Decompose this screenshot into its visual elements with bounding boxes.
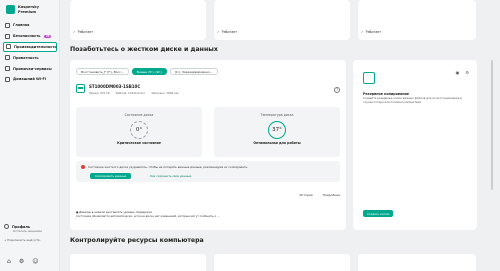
resource-card-2[interactable]: [214, 254, 350, 271]
disk-size: Объем: 931 ГБ: [89, 91, 110, 95]
resource-card-1[interactable]: [70, 254, 206, 271]
disk-card: Восстановить_F (F:), Восс... Внешн (E:),…: [70, 60, 346, 230]
home-icon: [5, 22, 10, 28]
metric-caption: Критическое состояние: [117, 141, 161, 145]
gear-icon[interactable]: ⚙: [465, 70, 469, 75]
sidebar-bottom-icons: ⌂ ⚙ ☺: [7, 258, 38, 265]
disk-alert: Состояние жесткого диска ухудшилось. Что…: [76, 161, 340, 182]
disk-header: ST1000DM003-1SB10C Объем: 931 ГБ Файлов:…: [76, 84, 179, 95]
sidebar-item-privacy[interactable]: Приватность: [3, 52, 57, 63]
app-edition: Premium: [18, 9, 37, 14]
sidebar-nav: Главная Безопасность 29 Производительнос…: [3, 20, 57, 85]
wifi-icon: [5, 76, 10, 82]
backup-desc: Создайте резервные копии важных файлов д…: [363, 96, 462, 104]
sidebar-item-label: Главная: [13, 23, 30, 28]
sidebar-item-wifi[interactable]: Домашний Wi-Fi: [3, 74, 57, 85]
disk-name: ST1000DM003-1SB10C: [89, 84, 141, 89]
shield-icon: [5, 33, 10, 39]
section-title-resources: Контролируйте ресурсы компьютера: [70, 237, 204, 244]
metric-title: Температура диска: [260, 113, 294, 117]
top-card-1[interactable]: ✓ Работает: [70, 0, 206, 40]
count-badge: 29: [44, 34, 51, 38]
disk-files: Файлов: 12440 всего: [115, 91, 146, 95]
disk-writes: Записано: 1806 раз: [151, 91, 179, 95]
tab-disk-3[interactable]: (C:), Зарезервировано...: [169, 68, 218, 75]
section-title-disk: Позаботьтесь о жестком диске и данных: [70, 46, 218, 53]
copy-data-button[interactable]: Скопировать данные: [90, 173, 132, 179]
sidebar-item-label: Домашний Wi-Fi: [13, 77, 47, 82]
disk-links: История Подробнее: [299, 193, 340, 197]
brand: Kaspersky Premium: [6, 5, 39, 14]
check-icon: ✓: [361, 30, 364, 34]
window-icon[interactable]: ▣: [456, 70, 460, 75]
status-text: Работает: [77, 30, 94, 34]
top-card-3[interactable]: ✓ Работает: [358, 0, 476, 40]
sidebar-item-label: Примочки-сервисы: [13, 66, 52, 71]
warning-icon: [81, 165, 85, 169]
sidebar-item-services[interactable]: Примочки-сервисы: [3, 63, 57, 74]
user-icon: [4, 224, 9, 229]
tab-disk-1[interactable]: Восстановить_F (F:), Восс...: [76, 68, 129, 75]
sidebar: Kaspersky Premium Главная Безопасность 2…: [0, 0, 60, 271]
disk-tabs: Восстановить_F (F:), Восс... Внешн (E:),…: [76, 68, 218, 75]
metric-disk-state: Состояние диска 0° Критическое состояние: [76, 107, 202, 157]
details-link[interactable]: Подробнее: [323, 193, 340, 197]
status-text: Работает: [221, 30, 238, 34]
check-icon: ✓: [217, 30, 220, 34]
sidebar-item-home[interactable]: Главная: [3, 20, 57, 31]
sidebar-item-performance[interactable]: Производительность: [3, 41, 57, 53]
profile-sub: Остались лицензии: [13, 229, 42, 233]
sidebar-item-security[interactable]: Безопасность 29: [3, 31, 57, 42]
check-icon: ✓: [73, 30, 76, 34]
hard-drive-icon: [76, 84, 85, 93]
app-name: Kaspersky: [18, 5, 40, 9]
save-data-link[interactable]: Как сохранить свои данные: [150, 174, 191, 178]
metric-caption: Оптимальная для работы: [253, 141, 301, 145]
footnote: Состояние обновляется автоматически, есл…: [76, 214, 220, 218]
kaspersky-logo-icon: [6, 5, 15, 14]
disk-state-gauge: 0°: [130, 121, 148, 139]
metric-disk-temp: Температура диска 37° Оптимальная для ра…: [214, 107, 340, 157]
sidebar-item-label: Производительность: [14, 44, 57, 49]
create-backup-button[interactable]: Создать копию: [363, 210, 394, 217]
speedometer-icon: [6, 44, 11, 50]
history-link[interactable]: История: [299, 193, 312, 197]
sidebar-item-label: Приватность: [13, 55, 39, 60]
alert-text: Состояние жесткого диска ухудшилось. Что…: [88, 165, 249, 169]
sidebar-item-label: Безопасность: [13, 34, 41, 39]
backup-card: ▣ ⚙ Резервное копирование Создайте резер…: [353, 60, 477, 230]
top-card-2[interactable]: ✓ Работает: [214, 0, 350, 40]
services-icon: [5, 66, 10, 72]
status-text: Работает: [365, 30, 382, 34]
profile-label: Профиль: [12, 224, 30, 229]
disk-checkbox-row: ● Дважды в неделю выставлять уровень под…: [76, 210, 220, 218]
resource-card-3[interactable]: [358, 254, 476, 271]
home-network-icon[interactable]: ⌂: [7, 258, 11, 265]
backup-icon: [363, 72, 375, 84]
support-icon[interactable]: ☺: [32, 258, 38, 265]
tab-disk-2[interactable]: Внешн (E:), (W:): [131, 68, 167, 75]
scrollbar[interactable]: [491, 60, 493, 190]
gear-icon[interactable]: ⚙: [19, 258, 24, 265]
temperature-gauge: 37°: [268, 121, 286, 139]
metric-title: Состояние диска: [124, 113, 154, 117]
connect-device-link[interactable]: + Подключить ещё устр.: [4, 238, 58, 242]
profile-block[interactable]: Профиль Остались лицензии + Подключить е…: [4, 224, 58, 242]
lock-icon: [5, 55, 10, 61]
info-icon[interactable]: ?: [334, 87, 340, 93]
